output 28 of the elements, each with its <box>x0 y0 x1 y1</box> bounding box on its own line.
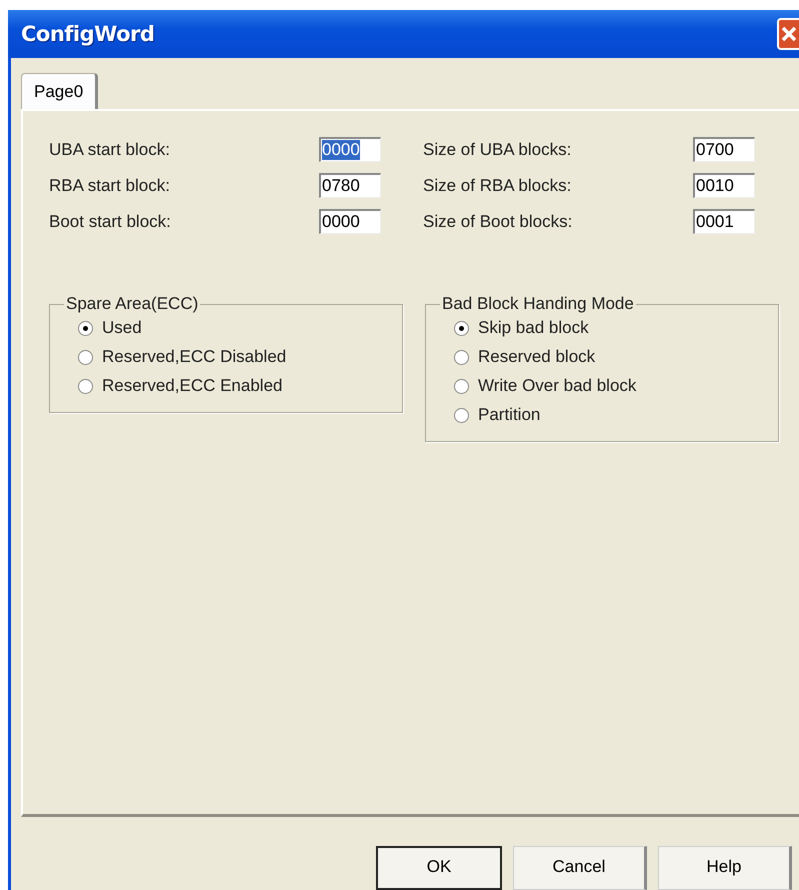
input-field[interactable]: 0780 <box>319 173 381 198</box>
input-field[interactable]: 0700 <box>693 137 755 162</box>
dialog-button[interactable]: Help <box>658 846 792 890</box>
input-field[interactable]: 0000 <box>319 209 381 234</box>
close-button[interactable] <box>777 18 799 50</box>
input-field[interactable]: 0000 <box>319 137 381 162</box>
radio-option[interactable]: Reserved block <box>454 347 778 367</box>
radio-option[interactable]: Reserved,ECC Enabled <box>78 376 402 396</box>
input-field[interactable]: 0001 <box>693 209 755 234</box>
field-label: RBA start block: <box>49 176 170 196</box>
window-title: ConfigWord <box>20 22 154 46</box>
radio-option[interactable]: Write Over bad block <box>454 376 778 396</box>
group-title: Bad Block Handing Mode <box>441 294 635 314</box>
field-label: Boot start block: <box>49 212 171 232</box>
input-field[interactable]: 0010 <box>693 173 755 198</box>
dialog-button[interactable]: OK <box>376 846 502 890</box>
group-title: Spare Area(ECC) <box>65 294 200 314</box>
tab[interactable]: Page0 <box>21 73 98 109</box>
radio-option[interactable]: Skip bad block <box>454 318 778 338</box>
radio-option[interactable]: Reserved,ECC Disabled <box>78 347 402 367</box>
radio-option[interactable]: Used <box>78 318 402 338</box>
close-icon <box>780 25 798 43</box>
field-label: Size of UBA blocks: <box>423 140 572 160</box>
field-label: Size of RBA blocks: <box>423 176 572 196</box>
field-label: Size of Boot blocks: <box>423 212 572 232</box>
field-label: UBA start block: <box>49 140 170 160</box>
dialog-button[interactable]: Cancel <box>513 846 647 890</box>
radio-option[interactable]: Partition <box>454 405 778 425</box>
